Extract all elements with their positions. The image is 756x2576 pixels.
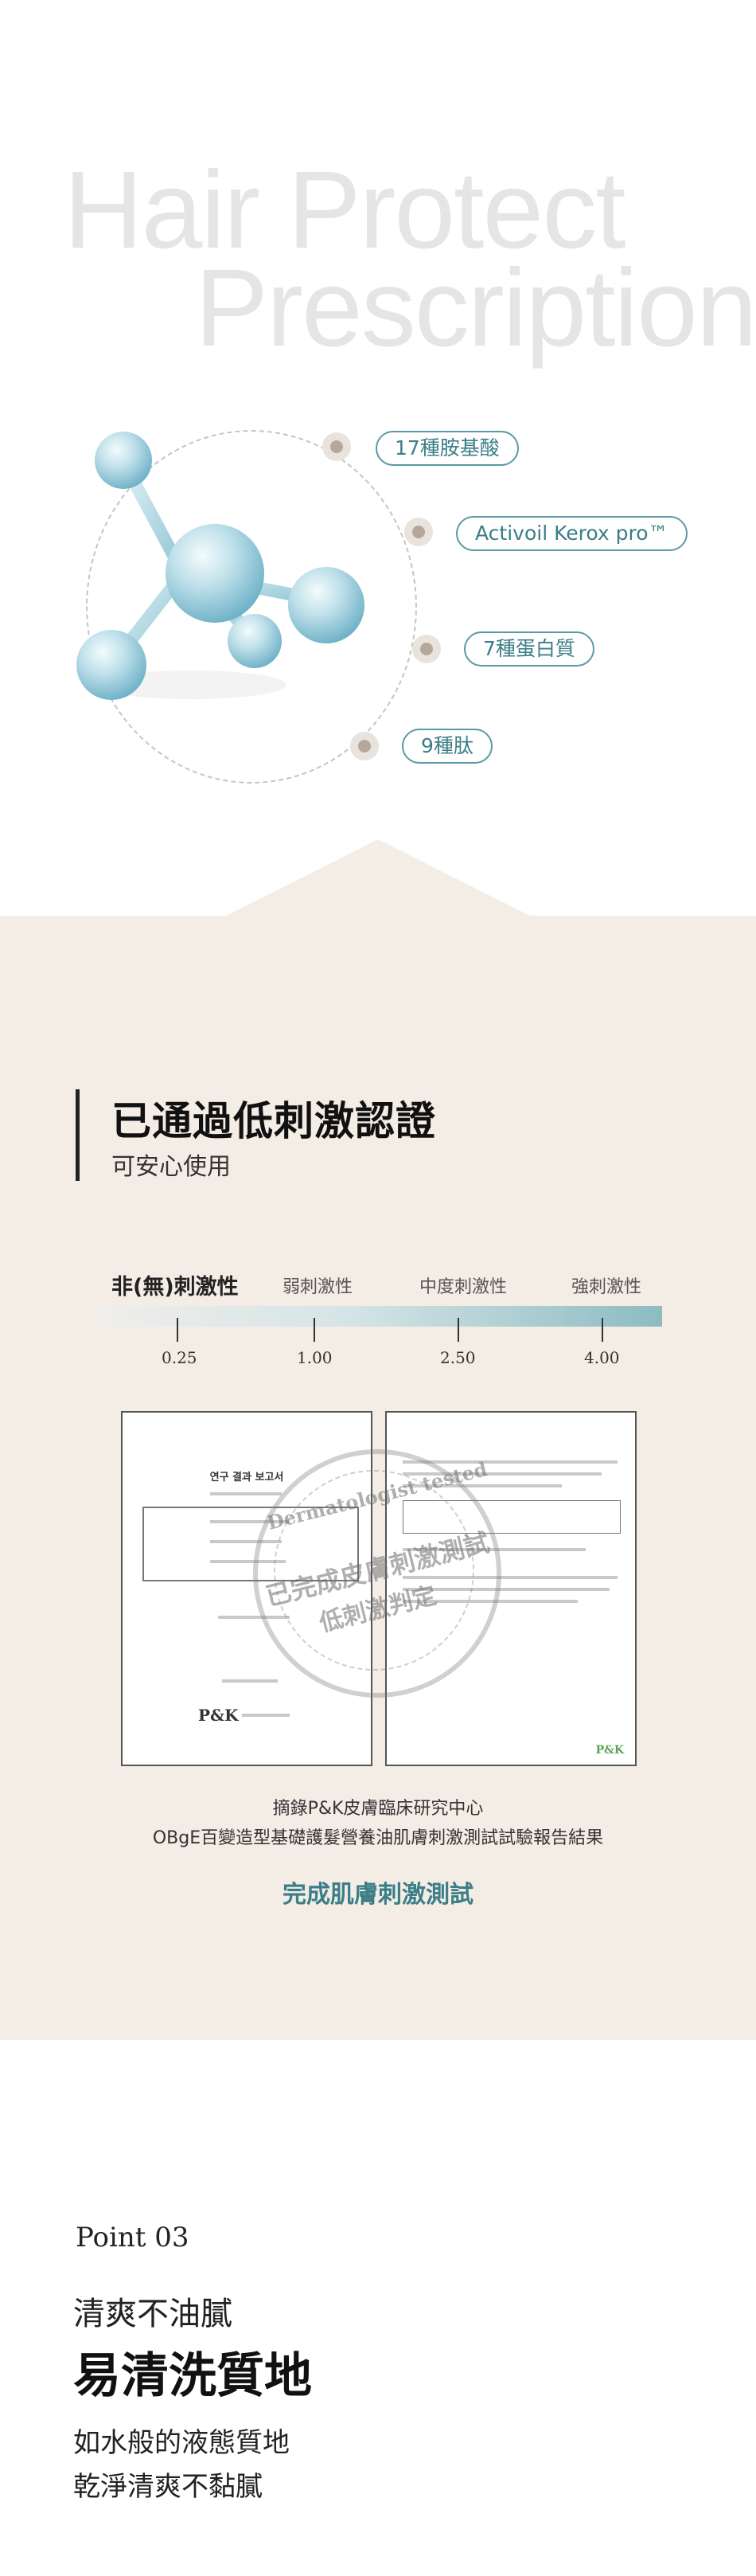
page: Hair Protect Prescription 17種胺基酸 Activoi… bbox=[0, 0, 756, 2576]
scale-tick bbox=[177, 1318, 178, 1342]
scale-label-moderate: 中度刺激性 bbox=[419, 1277, 508, 1297]
scale-tick-label: 4.00 bbox=[584, 1348, 620, 1367]
point-label: Point 03 bbox=[76, 2222, 189, 2254]
section-peak bbox=[223, 839, 533, 917]
ingredient-pill: 9種肽 bbox=[402, 729, 493, 764]
scale-tick bbox=[314, 1318, 315, 1342]
scale-tick bbox=[458, 1318, 459, 1342]
doc-line bbox=[242, 1714, 290, 1717]
doc-line bbox=[222, 1679, 278, 1683]
scale-label-weak: 弱刺激性 bbox=[283, 1277, 353, 1297]
dermatologist-stamp: Dermatologist tested 已完成皮膚刺激測試 低刺激判定 bbox=[253, 1449, 501, 1698]
point-desc-2: 乾淨清爽不黏膩 bbox=[73, 2471, 263, 2503]
ingredient-dot bbox=[350, 732, 379, 760]
certification-title: 已通過低刺激認證 bbox=[111, 1098, 436, 1144]
scale-label-strong: 強刺激性 bbox=[571, 1277, 642, 1297]
doc-line bbox=[210, 1492, 282, 1495]
ingredient-dot bbox=[412, 635, 441, 663]
point-subtitle: 清爽不油膩 bbox=[73, 2296, 232, 2332]
report-caption-2: OBgE百變造型基礎護髮營養油肌膚刺激測試試驗報告結果 bbox=[152, 1828, 604, 1848]
title-accent-bar bbox=[76, 1089, 80, 1181]
scale-label-none: 非(無)刺激性 bbox=[111, 1275, 239, 1300]
ingredient-pill: Activoil Kerox pro™ bbox=[456, 516, 688, 551]
scale-tick-label: 1.00 bbox=[297, 1348, 333, 1367]
certification-subtitle: 可安心使用 bbox=[111, 1153, 231, 1181]
scale-tick-label: 2.50 bbox=[440, 1348, 476, 1367]
irritation-scale-bar bbox=[94, 1306, 662, 1327]
report-caption-1: 摘錄P&K皮膚臨床研究中心 bbox=[272, 1799, 484, 1819]
scale-tick-label: 0.25 bbox=[162, 1348, 197, 1367]
scale-tick bbox=[602, 1318, 603, 1342]
pk-logo: P&K bbox=[198, 1706, 239, 1725]
point-title: 易清洗質地 bbox=[73, 2348, 312, 2404]
ingredient-pill: 7種蛋白質 bbox=[464, 631, 594, 666]
report-highlight: 完成肌膚刺激測試 bbox=[283, 1881, 473, 1909]
point-desc-1: 如水般的液態質地 bbox=[73, 2427, 290, 2459]
pk-logo-green: P&K bbox=[595, 1744, 624, 1757]
ingredient-pill: 17種胺基酸 bbox=[376, 431, 519, 466]
hero-title-line2: Prescription bbox=[195, 247, 756, 369]
ingredient-dot bbox=[322, 432, 351, 461]
ingredient-dot bbox=[404, 518, 433, 546]
